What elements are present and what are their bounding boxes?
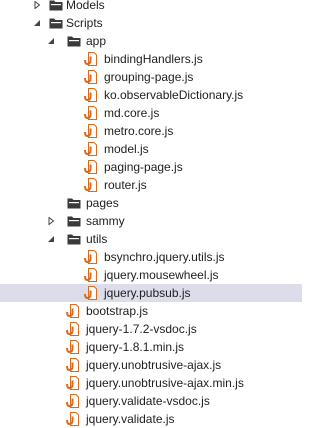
- tree-file-jquery-unobtrusive-ajax-js[interactable]: jquery.unobtrusive-ajax.js: [0, 356, 302, 374]
- folder-icon: [66, 232, 82, 246]
- tree-item-label: router.js: [104, 178, 147, 192]
- tree-file-jquery-1-7-2-vsdoc-js[interactable]: jquery-1.7.2-vsdoc.js: [0, 320, 302, 338]
- tree-file-router-js[interactable]: router.js: [0, 176, 302, 194]
- js-file-icon: [84, 250, 100, 264]
- folder-icon: [48, 0, 64, 12]
- tree-item-label: Scripts: [66, 16, 103, 30]
- js-file-icon: [66, 376, 82, 390]
- tree-folder-pages[interactable]: pages: [0, 194, 302, 212]
- tree-folder-utils[interactable]: utils: [0, 230, 302, 248]
- tree-item-label: jquery.unobtrusive-ajax.min.js: [86, 376, 244, 390]
- tree-file-md-core-js[interactable]: md.core.js: [0, 104, 302, 122]
- tree-item-label: bootstrap.js: [86, 304, 149, 318]
- tree-file-bootstrap-js[interactable]: bootstrap.js: [0, 302, 302, 320]
- js-file-icon: [84, 286, 100, 300]
- tree-folder-models[interactable]: Models: [0, 0, 302, 14]
- expanded-arrow-icon[interactable]: [46, 230, 56, 248]
- tree-folder-sammy[interactable]: sammy: [0, 212, 302, 230]
- js-file-icon: [84, 142, 100, 156]
- js-file-icon: [84, 52, 100, 66]
- js-file-icon: [84, 124, 100, 138]
- tree-file-model-js[interactable]: model.js: [0, 140, 302, 158]
- tree-item-label: Models: [66, 0, 105, 12]
- js-file-icon: [66, 340, 82, 354]
- tree-file-jquery-1-8-1-min-js[interactable]: jquery-1.8.1.min.js: [0, 338, 302, 356]
- tree-file-grouping-page-js[interactable]: grouping-page.js: [0, 68, 302, 86]
- tree-folder-scripts[interactable]: Scripts: [0, 14, 302, 32]
- tree-item-label: bsynchro.jquery.utils.js: [104, 250, 225, 264]
- js-file-icon: [84, 268, 100, 282]
- tree-file-metro-core-js[interactable]: metro.core.js: [0, 122, 302, 140]
- tree-item-label: sammy: [86, 214, 125, 228]
- js-file-icon: [66, 412, 82, 426]
- tree-item-label: model.js: [104, 142, 149, 156]
- js-file-icon: [84, 160, 100, 174]
- tree-file-jquery-unobtrusive-ajax-min-js[interactable]: jquery.unobtrusive-ajax.min.js: [0, 374, 302, 392]
- tree-item-label: jquery-1.8.1.min.js: [86, 340, 185, 354]
- tree-item-label: ko.observableDictionary.js: [104, 88, 244, 102]
- tree-item-label: metro.core.js: [104, 124, 174, 138]
- folder-icon: [48, 16, 64, 30]
- tree-file-bsynchro-jquery-utils-js[interactable]: bsynchro.jquery.utils.js: [0, 248, 302, 266]
- solution-explorer-tree: Models Scripts app bindingHandlers.js groupi…: [0, 0, 302, 428]
- tree-item-label: jquery.mousewheel.js: [104, 268, 219, 282]
- tree-file-bindinghandlers-js[interactable]: bindingHandlers.js: [0, 50, 302, 68]
- js-file-icon: [66, 394, 82, 408]
- folder-icon: [66, 214, 82, 228]
- tree-file-ko-observabledictionary-js[interactable]: ko.observableDictionary.js: [0, 86, 302, 104]
- tree-file-paging-page-js[interactable]: paging-page.js: [0, 158, 302, 176]
- expanded-arrow-icon[interactable]: [32, 14, 42, 32]
- tree-item-label: bindingHandlers.js: [104, 52, 203, 66]
- tree-item-label: utils: [86, 232, 108, 246]
- tree-item-label: pages: [86, 196, 119, 210]
- tree-item-label: jquery.pubsub.js: [104, 286, 191, 300]
- tree-item-label: grouping-page.js: [104, 70, 194, 84]
- tree-item-label: jquery.validate.js: [86, 412, 175, 426]
- collapsed-arrow-icon[interactable]: [46, 212, 56, 230]
- tree-item-label: paging-page.js: [104, 160, 183, 174]
- tree-item-label: jquery-1.7.2-vsdoc.js: [86, 322, 197, 336]
- tree-file-jquery-validate-js[interactable]: jquery.validate.js: [0, 410, 302, 428]
- tree-item-label: jquery.validate-vsdoc.js: [86, 394, 210, 408]
- js-file-icon: [66, 304, 82, 318]
- tree-folder-app[interactable]: app: [0, 32, 302, 50]
- folder-icon: [66, 196, 82, 210]
- tree-file-jquery-pubsub-js[interactable]: jquery.pubsub.js: [0, 284, 302, 302]
- js-file-icon: [84, 106, 100, 120]
- js-file-icon: [66, 358, 82, 372]
- tree-item-label: md.core.js: [104, 106, 160, 120]
- js-file-icon: [84, 88, 100, 102]
- collapsed-arrow-icon[interactable]: [32, 0, 42, 14]
- tree-item-label: jquery.unobtrusive-ajax.js: [86, 358, 222, 372]
- folder-icon: [66, 34, 82, 48]
- tree-item-label: app: [86, 34, 107, 48]
- tree-file-jquery-mousewheel-js[interactable]: jquery.mousewheel.js: [0, 266, 302, 284]
- expanded-arrow-icon[interactable]: [46, 32, 56, 50]
- js-file-icon: [84, 70, 100, 84]
- js-file-icon: [66, 322, 82, 336]
- js-file-icon: [84, 178, 100, 192]
- tree-file-jquery-validate-vsdoc-js[interactable]: jquery.validate-vsdoc.js: [0, 392, 302, 410]
